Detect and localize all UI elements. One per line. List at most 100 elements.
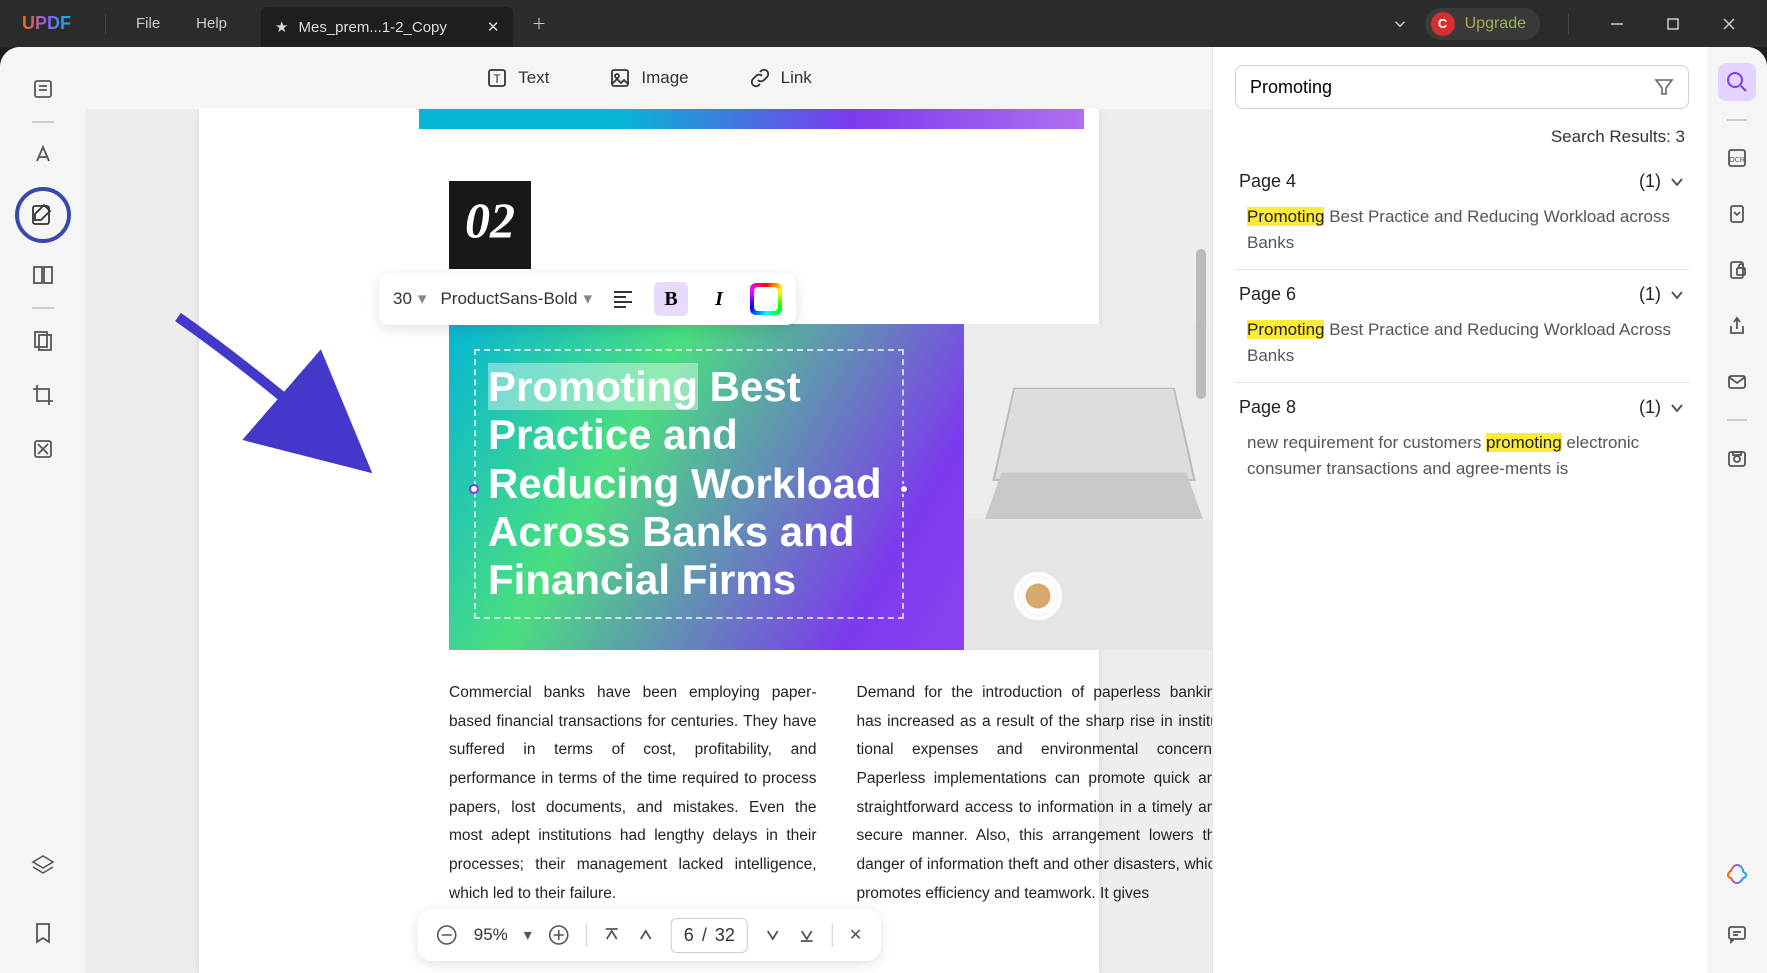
form-tool-icon[interactable] [21, 253, 65, 297]
first-page-button[interactable] [603, 926, 621, 944]
font-size-selector[interactable]: 30 ▾ [393, 289, 426, 309]
search-result-snippet[interactable]: Promoting Best Practice and Reducing Wor… [1239, 204, 1685, 255]
minimize-button[interactable] [1597, 9, 1637, 39]
scrollbar[interactable] [1196, 189, 1206, 869]
reader-mode-icon[interactable] [21, 67, 65, 111]
align-button[interactable] [606, 282, 640, 316]
ribbon-label: Text [518, 68, 549, 88]
svg-text:T: T [494, 72, 502, 86]
result-highlight: Promoting [1247, 320, 1324, 339]
ocr-tool-icon[interactable]: OCR [1718, 139, 1756, 177]
left-toolbar [0, 47, 86, 973]
divider [32, 121, 54, 123]
body-column-1: Commercial banks have been employing pap… [449, 679, 817, 908]
organize-pages-icon[interactable] [21, 319, 65, 363]
resize-handle-right[interactable] [899, 484, 909, 494]
search-tool-icon[interactable] [1718, 63, 1756, 101]
search-result-header[interactable]: Page 4 (1) [1239, 171, 1685, 192]
window-menu-chevron-icon[interactable] [1391, 15, 1409, 33]
divider [832, 923, 833, 947]
font-size-value: 30 [393, 289, 412, 309]
zoom-dropdown-icon[interactable]: ▾ [524, 925, 532, 945]
font-family-value: ProductSans-Bold [440, 289, 577, 309]
email-tool-icon[interactable] [1718, 363, 1756, 401]
highlight-tool-icon[interactable] [21, 133, 65, 177]
color-swatch-icon [754, 287, 778, 311]
search-result-header[interactable]: Page 6 (1) [1239, 284, 1685, 305]
close-navigator-button[interactable]: ✕ [849, 925, 862, 945]
zoom-in-button[interactable] [548, 924, 570, 946]
new-tab-button[interactable]: ＋ [531, 13, 546, 34]
result-page-label: Page 8 [1239, 397, 1296, 418]
last-page-button[interactable] [798, 926, 816, 944]
result-count: (1) [1639, 171, 1661, 192]
text-icon: T [486, 67, 508, 89]
editor-area: T Text Image Link 02 30 ▾ [86, 47, 1212, 973]
next-page-button[interactable] [764, 926, 782, 944]
ai-assistant-icon[interactable] [1718, 855, 1756, 893]
crop-tool-icon[interactable] [21, 373, 65, 417]
body-column-2: Demand for the introduction of paperless… [857, 679, 1213, 908]
divider [586, 923, 587, 947]
compress-tool-icon[interactable] [1718, 195, 1756, 233]
search-input[interactable] [1250, 77, 1654, 98]
search-panel: Search Results: 3 Page 4 (1) Promoting B… [1212, 47, 1707, 973]
tab-star-icon: ★ [275, 18, 288, 36]
avatar: C [1431, 12, 1455, 36]
page-indicator[interactable]: 6 / 32 [671, 918, 748, 953]
ribbon-text-button[interactable]: T Text [486, 67, 549, 89]
image-icon [609, 67, 631, 89]
font-color-button[interactable] [750, 283, 782, 315]
search-filter-icon[interactable] [1654, 77, 1674, 97]
result-highlight: Promoting [1247, 207, 1324, 226]
bold-button[interactable]: B [654, 282, 688, 316]
page-navigator: 95% ▾ 6 / 32 ✕ [418, 909, 881, 961]
prev-page-button[interactable] [637, 926, 655, 944]
search-result-group: Page 4 (1) Promoting Best Practice and R… [1235, 157, 1689, 269]
maximize-button[interactable] [1653, 9, 1693, 39]
redact-tool-icon[interactable] [21, 427, 65, 471]
search-result-group: Page 8 (1) new requirement for customers… [1235, 382, 1689, 495]
app-logo: UPDF [22, 13, 71, 34]
ribbon-link-button[interactable]: Link [749, 67, 812, 89]
help-menu[interactable]: Help [178, 9, 245, 38]
chevron-down-icon [1669, 400, 1685, 416]
chevron-down-icon[interactable]: ▾ [584, 289, 593, 309]
zoom-out-button[interactable] [436, 924, 458, 946]
share-tool-icon[interactable] [1718, 307, 1756, 345]
canvas[interactable]: 02 30 ▾ ProductSans-Bold ▾ B I [86, 109, 1212, 973]
document-tab[interactable]: ★ Mes_prem...1-2_Copy ✕ [261, 7, 513, 47]
hero-image [964, 324, 1212, 650]
upgrade-label: Upgrade [1465, 15, 1526, 33]
font-family-selector[interactable]: ProductSans-Bold ▾ [440, 289, 592, 309]
main-area: T Text Image Link 02 30 ▾ [0, 47, 1767, 973]
italic-button[interactable]: I [702, 282, 736, 316]
separator [1568, 14, 1569, 34]
upgrade-button[interactable]: C Upgrade [1425, 8, 1540, 40]
search-results-count: Search Results: 3 [1239, 127, 1685, 147]
search-box [1235, 65, 1689, 109]
edit-tool-icon[interactable] [15, 187, 71, 243]
search-result-snippet[interactable]: Promoting Best Practice and Reducing Wor… [1239, 317, 1685, 368]
layers-icon[interactable] [21, 843, 65, 887]
divider [1727, 419, 1747, 421]
chevron-down-icon[interactable]: ▾ [418, 289, 427, 309]
scrollbar-thumb[interactable] [1196, 249, 1206, 399]
file-menu[interactable]: File [118, 9, 178, 38]
search-result-header[interactable]: Page 8 (1) [1239, 397, 1685, 418]
edit-ribbon: T Text Image Link [86, 47, 1212, 109]
ribbon-label: Image [641, 68, 688, 88]
result-page-label: Page 4 [1239, 171, 1296, 192]
editable-text-box[interactable]: Promoting Best Practice and Reducing Wor… [474, 349, 904, 619]
save-tool-icon[interactable] [1718, 439, 1756, 477]
protect-tool-icon[interactable] [1718, 251, 1756, 289]
separator [105, 14, 106, 34]
bookmark-icon[interactable] [21, 911, 65, 955]
selected-text: Promoting [488, 363, 698, 410]
search-result-snippet[interactable]: new requirement for customers promoting … [1239, 430, 1685, 481]
ribbon-image-button[interactable]: Image [609, 67, 688, 89]
close-window-button[interactable] [1709, 9, 1749, 39]
resize-handle-left[interactable] [469, 484, 479, 494]
comments-panel-icon[interactable] [1718, 915, 1756, 953]
close-tab-icon[interactable]: ✕ [487, 18, 500, 36]
